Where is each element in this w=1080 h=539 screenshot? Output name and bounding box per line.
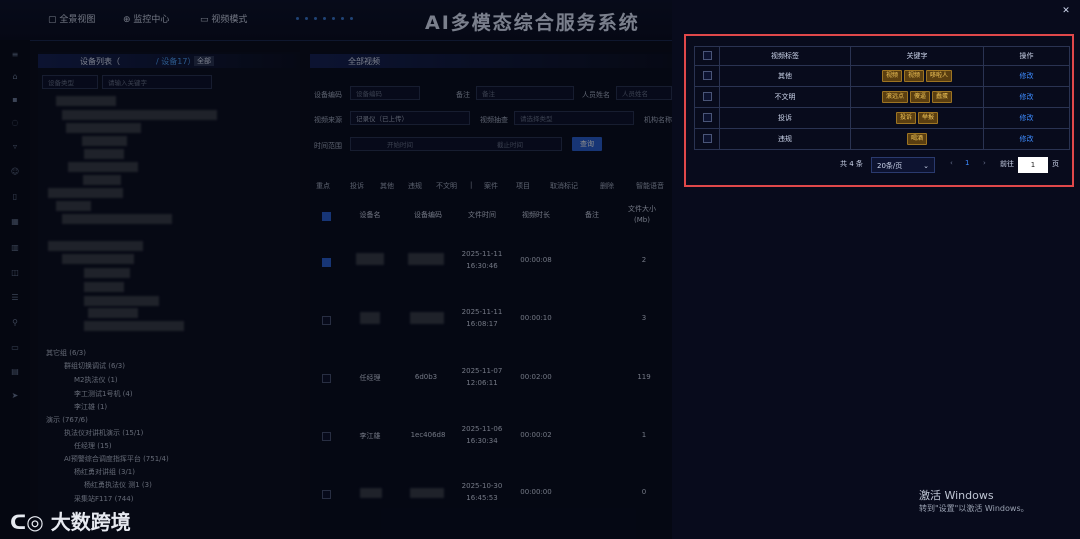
row-checkbox[interactable] [702,91,712,101]
chevron-down-icon: ⌄ [923,162,929,170]
keyword-table: 视频标签 关键字 操作 其他 视频 视频 哆啦人 修改 不文明 滚远点 傻逼 蠢蛋 修改… [694,46,1070,150]
keyword-tag: 喝酒 [906,133,927,145]
goto-page-input[interactable]: 1 [1018,157,1048,173]
edit-link[interactable]: 修改 [1020,72,1034,80]
table-header-row: 视频标签 关键字 操作 [694,46,1070,66]
keyword-tag: 投诉 [895,112,916,124]
select-all-checkbox[interactable] [702,50,712,60]
keyword-tag: 视频 [903,70,924,82]
windows-activation-text: 转到"设置"以激活 Windows。 [919,504,1029,513]
keyword-tag: 哆啦人 [926,70,953,82]
edit-link[interactable]: 修改 [1020,135,1034,143]
current-page[interactable]: 1 [965,159,969,167]
row-checkbox[interactable] [702,70,712,80]
page-unit: 页 [1052,160,1059,168]
modal-overlay[interactable] [0,0,672,539]
table-row[interactable]: 其他 视频 视频 哆啦人 修改 [694,65,1070,87]
edit-link[interactable]: 修改 [1020,93,1034,101]
keyword-tag: 滚远点 [881,91,908,103]
table-row[interactable]: 不文明 滚远点 傻逼 蠢蛋 修改 [694,86,1070,108]
logo-mark-icon: ᑕ◎ [10,510,51,534]
goto-label: 前往 [1000,160,1014,168]
windows-activation-title: 激活 Windows [919,489,994,502]
prev-page-icon[interactable]: ‹ [950,159,953,167]
row-checkbox[interactable] [702,112,712,122]
brand-logo: ᑕ◎ 大数跨境 [10,510,131,534]
keyword-tag: 举报 [918,112,939,124]
row-checkbox[interactable] [702,133,712,143]
table-row[interactable]: 违规 喝酒 修改 [694,128,1070,150]
table-row[interactable]: 投诉 投诉 举报 修改 [694,107,1070,129]
page-size-select[interactable]: 20条/页 ⌄ [871,157,935,173]
keyword-tag: 傻逼 [909,91,930,103]
keyword-tag: 蠢蛋 [932,91,953,103]
keyword-tag: 视频 [881,70,902,82]
total-count: 共 4 条 [840,160,863,168]
close-icon[interactable]: ✕ [1061,6,1071,16]
edit-link[interactable]: 修改 [1020,114,1034,122]
next-page-icon[interactable]: › [983,159,986,167]
